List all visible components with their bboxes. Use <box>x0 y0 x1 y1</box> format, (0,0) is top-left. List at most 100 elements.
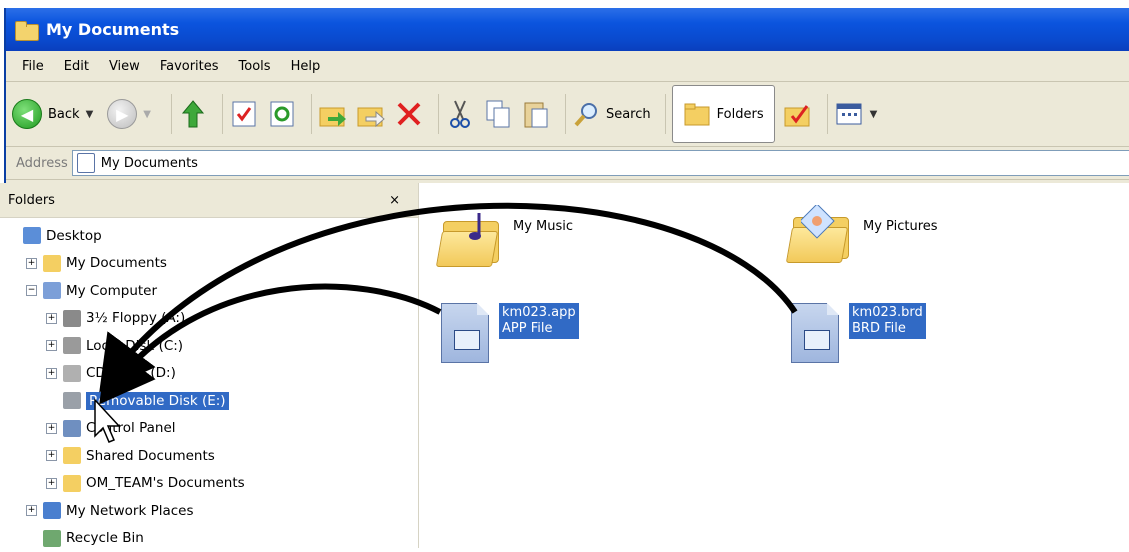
toolbar-separator <box>171 94 172 134</box>
toolbar-separator <box>827 94 828 134</box>
tree-item[interactable]: +Local Disk (C:) <box>0 332 418 360</box>
tree-item[interactable]: + Shared Documents <box>0 442 418 470</box>
move-to-button[interactable] <box>318 92 348 136</box>
removable-disk-icon <box>63 392 81 409</box>
expand-collapse-toggle[interactable]: − <box>26 285 37 296</box>
expand-collapse-toggle[interactable]: + <box>46 478 57 489</box>
tree-item-label: Shared Documents <box>86 448 215 464</box>
expand-collapse-toggle[interactable]: + <box>46 368 57 379</box>
recycle-bin-icon <box>43 530 61 547</box>
network-places-icon <box>43 502 61 519</box>
folders-pane-header: Folders × <box>0 183 418 218</box>
forward-dropdown-icon[interactable]: ▼ <box>143 109 151 120</box>
folders-label: Folders <box>717 107 764 122</box>
tree-item[interactable]: + My Documents <box>0 250 418 278</box>
back-label: Back <box>48 107 80 122</box>
copy-button[interactable] <box>483 92 513 136</box>
views-grid-icon <box>834 99 864 129</box>
file-item-my-pictures[interactable]: My Pictures <box>789 205 938 261</box>
up-folder-icon <box>178 99 208 129</box>
folders-pane: Folders × Desktop + My Documents −My Comput… <box>0 183 419 548</box>
cd-drive-icon <box>63 365 81 382</box>
pictures-folder-icon <box>789 205 847 261</box>
tree-item[interactable]: Removable Disk (E:) <box>0 387 418 415</box>
tree-item-label: My Documents <box>66 255 167 271</box>
menu-bar: File Edit View Favorites Tools Help <box>6 51 1129 82</box>
file-icon <box>791 303 839 363</box>
paste-icon <box>521 99 551 129</box>
search-icon <box>572 99 602 129</box>
back-button[interactable]: ◀ Back ▼ <box>12 92 99 136</box>
folders-button[interactable]: Folders <box>672 85 775 143</box>
file-item-km023-app[interactable]: km023.app APP File <box>441 303 579 363</box>
expand-collapse-toggle[interactable]: + <box>46 313 57 324</box>
expand-collapse-toggle[interactable]: + <box>26 505 37 516</box>
search-button[interactable]: Search <box>572 92 651 136</box>
refresh-button[interactable] <box>267 92 297 136</box>
menu-help[interactable]: Help <box>281 59 331 74</box>
file-type: APP File <box>502 321 576 337</box>
tree-item[interactable]: +My Network Places <box>0 497 418 525</box>
file-label-selected: km023.brd BRD File <box>849 303 926 339</box>
tree-item-label: Recycle Bin <box>66 530 144 546</box>
tree-item[interactable]: +OM_TEAM's Documents <box>0 470 418 498</box>
menu-edit[interactable]: Edit <box>54 59 99 74</box>
music-folder-icon <box>439 209 497 265</box>
close-icon[interactable]: × <box>389 193 400 208</box>
check-button[interactable] <box>229 92 259 136</box>
tree-item[interactable]: −My Computer <box>0 277 418 305</box>
address-label: Address <box>16 156 68 171</box>
tree-item[interactable]: +3½ Floppy (A:) <box>0 305 418 333</box>
file-name: km023.app <box>502 305 576 321</box>
address-field[interactable]: My Documents <box>72 150 1129 176</box>
menu-tools[interactable]: Tools <box>229 59 281 74</box>
move-to-folder-icon <box>318 99 348 129</box>
expand-collapse-toggle[interactable]: + <box>46 423 57 434</box>
forward-button[interactable]: ▶ ▼ <box>107 92 157 136</box>
file-item-my-music[interactable]: My Music <box>439 209 573 265</box>
toolbar-separator <box>565 94 566 134</box>
copy-to-button[interactable] <box>356 92 386 136</box>
desktop-icon <box>23 227 41 244</box>
title-bar[interactable]: My Documents <box>6 8 1129 51</box>
tree-item[interactable]: + Control Panel <box>0 415 418 443</box>
expand-collapse-toggle[interactable]: + <box>46 450 57 461</box>
computer-icon <box>43 282 61 299</box>
expand-collapse-toggle[interactable]: + <box>46 340 57 351</box>
window-title: My Documents <box>46 20 179 39</box>
delete-button[interactable] <box>394 92 424 136</box>
toolbar-separator <box>222 94 223 134</box>
scissors-icon <box>445 99 475 129</box>
folder-check-icon <box>783 99 813 129</box>
folder-icon <box>43 255 61 272</box>
views-dropdown-icon[interactable]: ▼ <box>870 109 878 120</box>
forward-arrow-icon: ▶ <box>107 99 137 129</box>
file-name: My Pictures <box>863 219 938 234</box>
cut-button[interactable] <box>445 92 475 136</box>
refresh-document-icon <box>267 99 297 129</box>
my-documents-icon <box>77 153 95 173</box>
control-panel-icon <box>63 420 81 437</box>
tree-item[interactable]: +CD Drive (D:) <box>0 360 418 388</box>
paste-button[interactable] <box>521 92 551 136</box>
content-area: Folders × Desktop + My Documents −My Comput… <box>0 183 1129 548</box>
back-arrow-icon: ◀ <box>12 99 42 129</box>
expand-collapse-toggle[interactable]: + <box>26 258 37 269</box>
folder-tree: Desktop + My Documents −My Computer+3½ Flop… <box>0 218 418 552</box>
folder-icon <box>63 475 81 492</box>
file-item-km023-brd[interactable]: km023.brd BRD File <box>791 303 926 363</box>
menu-file[interactable]: File <box>12 59 54 74</box>
folders-pane-title: Folders <box>8 193 55 208</box>
tree-item[interactable]: Desktop <box>0 222 418 250</box>
folder-options-button[interactable] <box>783 92 813 136</box>
checkmark-document-icon <box>229 99 259 129</box>
menu-view[interactable]: View <box>99 59 150 74</box>
back-dropdown-icon[interactable]: ▼ <box>86 109 94 120</box>
file-label-selected: km023.app APP File <box>499 303 579 339</box>
menu-favorites[interactable]: Favorites <box>150 59 229 74</box>
views-button[interactable]: ▼ <box>834 92 884 136</box>
toolbar: ◀ Back ▼ ▶ ▼ <box>6 82 1129 147</box>
up-folder-button[interactable] <box>178 92 208 136</box>
harddisk-icon <box>63 337 81 354</box>
tree-item-label: Control Panel <box>86 420 176 436</box>
